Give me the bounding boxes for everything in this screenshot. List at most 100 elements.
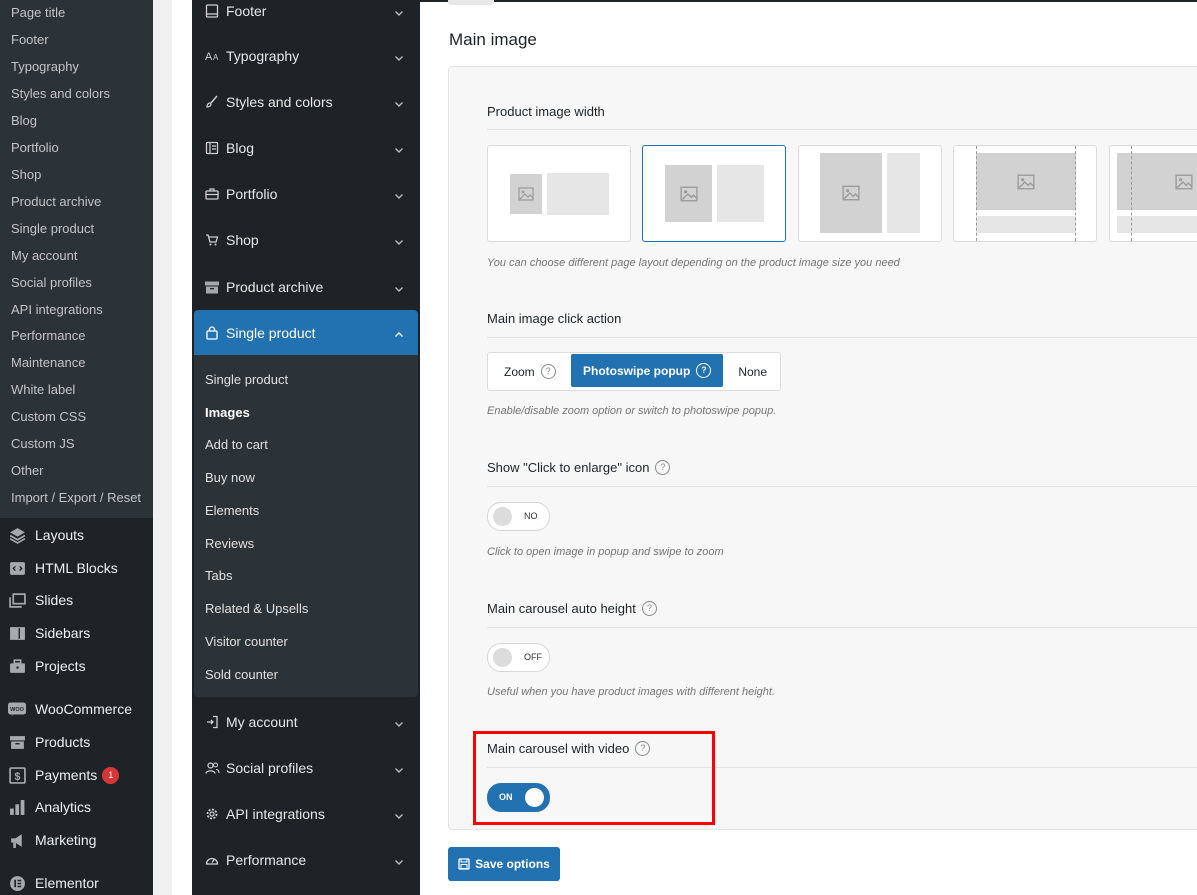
help-icon[interactable]: ? (655, 460, 671, 475)
theme-subnav-tabs[interactable]: Tabs (205, 568, 232, 584)
help-icon[interactable]: ? (641, 601, 657, 616)
wp-menu-layouts[interactable]: Layouts (8, 524, 84, 546)
theme-subnav-single-product[interactable]: Single product (205, 372, 288, 388)
chevron-down-icon (394, 716, 404, 732)
theme-nav-label: Portfolio (226, 186, 278, 202)
theme-nav-styles-and-colors[interactable]: Styles and colors (204, 90, 414, 114)
theme-nav-footer[interactable]: Footer (204, 0, 414, 23)
chevron-down-icon (394, 281, 404, 297)
wp-submenu-item-page-title[interactable]: Page title (11, 5, 65, 21)
wp-menu-label: Marketing (35, 832, 97, 848)
chevron-down-icon (394, 854, 404, 870)
wp-submenu-item-portfolio[interactable]: Portfolio (11, 140, 59, 156)
wp-menu-marketing[interactable]: Marketing (8, 829, 96, 851)
theme-nav-typography[interactable]: A A Typography (204, 44, 414, 68)
theme-subnav-add-to-cart[interactable]: Add to cart (205, 437, 268, 453)
wp-submenu-item-footer[interactable]: Footer (11, 32, 49, 48)
theme-subnav-images[interactable]: Images (205, 405, 250, 421)
guide-line (1131, 146, 1132, 241)
wp-menu-label: Payments (35, 767, 98, 783)
theme-nav-blog[interactable]: Blog (204, 136, 414, 160)
wp-menu-analytics[interactable]: Analytics (8, 796, 91, 818)
layout-option-full-width[interactable] (953, 145, 1097, 242)
theme-subnav-related-upsells[interactable]: Related & Upsells (205, 601, 308, 617)
content-block (976, 216, 1076, 233)
wp-submenu-item-blog[interactable]: Blog (11, 113, 37, 129)
theme-subnav-reviews[interactable]: Reviews (205, 536, 254, 552)
theme-subnav-visitor-counter[interactable]: Visitor counter (205, 634, 288, 650)
tab-nub (448, 0, 494, 5)
theme-nav-portfolio[interactable]: Portfolio (204, 182, 414, 206)
enlarge-icon-label: Show "Click to enlarge" icon? (487, 460, 671, 475)
theme-nav-single-product[interactable]: Single product (204, 321, 414, 345)
wp-menu-slides[interactable]: Slides (8, 589, 73, 611)
click-action-label: Main image click action (487, 311, 622, 326)
section-title: Main image (449, 30, 537, 49)
wp-submenu-item-typography[interactable]: Typography (11, 59, 79, 75)
wp-menu-html-blocks[interactable]: HTML Blocks (8, 557, 118, 579)
layout-option-medium[interactable] (642, 145, 786, 242)
wp-submenu-item-maintenance[interactable]: Maintenance (11, 355, 85, 371)
zoom-option[interactable]: Zoom? (488, 353, 556, 390)
enlarge-icon-hint: Click to open image in popup and swipe t… (487, 546, 724, 558)
elementor-icon (8, 874, 26, 892)
login-icon (204, 714, 220, 730)
wp-submenu-item-custom-js[interactable]: Custom JS (11, 436, 75, 452)
chevron-down-icon (394, 188, 404, 204)
layout-option-large[interactable] (798, 145, 942, 242)
theme-nav-performance[interactable]: Performance (204, 848, 414, 872)
theme-nav-social-profiles[interactable]: Social profiles (204, 756, 414, 780)
image-placeholder-icon (1117, 153, 1197, 210)
wp-submenu-item-api-integrations[interactable]: API integrations (11, 302, 103, 318)
wp-submenu-item-product-archive[interactable]: Product archive (11, 194, 101, 210)
wp-submenu-item-single-product[interactable]: Single product (11, 221, 94, 237)
theme-subnav-elements[interactable]: Elements (205, 503, 259, 519)
enlarge-icon-toggle[interactable]: NO (487, 502, 550, 531)
wp-submenu-item-performance[interactable]: Performance (11, 328, 85, 344)
wp-submenu-item-other[interactable]: Other (11, 463, 44, 479)
wp-submenu-item-styles-and-colors[interactable]: Styles and colors (11, 86, 110, 102)
none-option[interactable]: None (723, 353, 767, 390)
photoswipe-option[interactable]: Photoswipe popup? (571, 354, 724, 387)
theme-subnav-buy-now[interactable]: Buy now (205, 470, 255, 486)
spacer (153, 0, 172, 895)
theme-nav-api-integrations[interactable]: API integrations (204, 802, 414, 826)
dollar-icon: $ (8, 766, 26, 784)
highlight-box (473, 731, 715, 825)
spacer (172, 0, 192, 895)
wp-submenu-item-shop[interactable]: Shop (11, 167, 41, 183)
gear-icon (204, 806, 220, 822)
theme-nav-label: Blog (226, 140, 255, 156)
wp-menu-label: WooCommerce (35, 701, 132, 717)
help-icon[interactable]: ? (696, 363, 712, 378)
chevron-down-icon (394, 50, 404, 66)
wp-submenu-item-custom-css[interactable]: Custom CSS (11, 409, 86, 425)
help-icon[interactable]: ? (540, 364, 556, 379)
layout-option-full-screen[interactable] (1109, 145, 1197, 242)
theme-nav-product-archive[interactable]: Product archive (204, 275, 414, 299)
wp-submenu-item-white-label[interactable]: White label (11, 382, 75, 398)
wp-menu-elementor[interactable]: Elementor (8, 872, 99, 894)
sidebar-icon (8, 624, 26, 642)
theme-nav-my-account[interactable]: My account (204, 710, 414, 734)
wp-submenu-item-my-account[interactable]: My account (11, 248, 77, 264)
theme-nav-shop[interactable]: Shop (204, 228, 414, 252)
theme-subnav-sold-counter[interactable]: Sold counter (205, 667, 278, 683)
theme-nav-label: Single product (226, 325, 316, 341)
wp-menu-projects[interactable]: Projects (8, 655, 86, 677)
auto-height-hint: Useful when you have product images with… (487, 686, 775, 698)
wp-menu-sidebars[interactable]: Sidebars (8, 622, 90, 644)
wp-menu-products[interactable]: Products (8, 731, 90, 753)
image-width-hint: You can choose different page layout dep… (487, 257, 900, 269)
wp-menu-woocommerce[interactable]: WOO WooCommerce (8, 698, 132, 720)
wp-submenu-item-social-profiles[interactable]: Social profiles (11, 275, 92, 291)
wp-submenu-item-import-export-reset[interactable]: Import / Export / Reset (11, 490, 141, 506)
toggle-knob (493, 648, 512, 667)
auto-height-toggle[interactable]: OFF (487, 643, 550, 672)
save-options-button[interactable]: Save options (448, 847, 560, 881)
layout-option-small[interactable] (487, 145, 631, 242)
wp-menu-payments[interactable]: $ Payments 1 (8, 764, 120, 786)
content-block (887, 153, 920, 233)
brush-icon (204, 94, 220, 110)
image-width-label: Product image width (487, 104, 605, 119)
